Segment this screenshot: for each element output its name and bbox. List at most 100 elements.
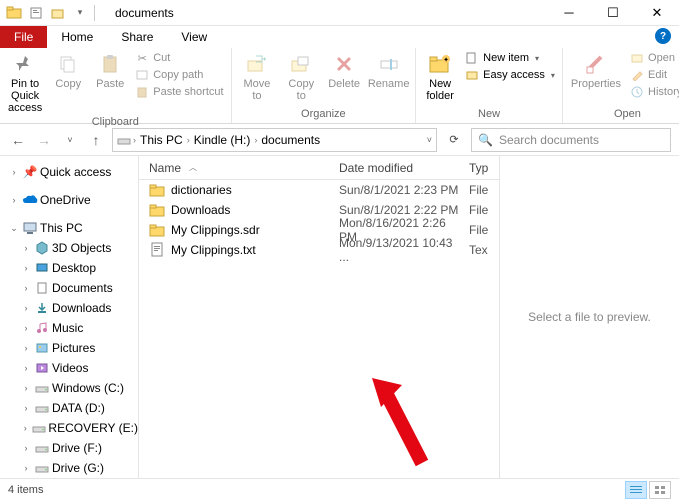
edit-button[interactable]: Edit: [627, 67, 679, 83]
nav-item-icon: [34, 360, 50, 376]
nav-item[interactable]: ›Downloads: [0, 298, 138, 318]
nav-item-icon: [34, 320, 50, 336]
delete-button[interactable]: Delete: [324, 50, 364, 92]
nav-item-label: Drive (G:): [52, 461, 104, 475]
nav-item[interactable]: ›Drive (F:): [0, 438, 138, 458]
newfolder-icon: ✦: [428, 52, 452, 76]
cut-icon: ✂: [135, 51, 149, 65]
refresh-button[interactable]: ⟳: [443, 133, 465, 146]
nav-item[interactable]: ›DATA (D:): [0, 398, 138, 418]
svg-text:✦: ✦: [443, 56, 449, 64]
column-date[interactable]: Date modified: [329, 161, 459, 175]
nav-item-icon: [34, 400, 50, 416]
file-name: Downloads: [171, 203, 230, 217]
search-input[interactable]: 🔍 Search documents: [471, 128, 671, 152]
nav-item[interactable]: ›RECOVERY (E:): [0, 418, 138, 438]
open-icon: [630, 51, 644, 65]
nav-thispc[interactable]: ⌄This PC: [0, 218, 138, 238]
tab-file[interactable]: File: [0, 26, 47, 48]
pin-quickaccess-button[interactable]: Pin to Quick access: [4, 50, 46, 116]
nav-item-label: Pictures: [52, 341, 95, 355]
column-type[interactable]: Typ: [459, 161, 499, 175]
newitem-icon: [465, 51, 479, 65]
file-row[interactable]: My Clippings.txtMon/9/13/2021 10:43 ...T…: [139, 240, 499, 260]
copy-button[interactable]: Copy: [48, 50, 88, 92]
file-list[interactable]: Name︿ Date modified Typ dictionariesSun/…: [139, 156, 499, 478]
nav-item[interactable]: ›Documents: [0, 278, 138, 298]
column-name[interactable]: Name︿: [139, 161, 329, 175]
ribbon: Pin to Quick access Copy Paste ✂Cut Copy…: [0, 48, 679, 124]
chevron-right-icon[interactable]: ›: [254, 135, 257, 145]
sort-asc-icon: ︿: [189, 162, 197, 173]
view-details-button[interactable]: [625, 481, 647, 499]
nav-item-icon: [34, 340, 50, 356]
nav-item-label: Videos: [52, 361, 88, 375]
history-icon: [630, 85, 644, 99]
file-type: File: [459, 203, 499, 217]
nav-item-label: Desktop: [52, 261, 96, 275]
recent-dropdown[interactable]: ˅: [60, 130, 80, 150]
nav-item[interactable]: ›Desktop: [0, 258, 138, 278]
tab-view[interactable]: View: [167, 26, 221, 48]
nav-item-icon: [34, 260, 50, 276]
nav-item-icon: [34, 240, 50, 256]
nav-item-label: Drive (F:): [52, 441, 102, 455]
qat-newfolder-icon[interactable]: [50, 5, 66, 21]
nav-quickaccess[interactable]: ›📌Quick access: [0, 162, 138, 182]
copyto-button[interactable]: Copy to: [280, 50, 322, 104]
properties-button[interactable]: Properties: [567, 50, 625, 92]
minimize-button[interactable]: ─: [547, 0, 591, 26]
help-icon[interactable]: ?: [655, 28, 671, 44]
search-icon: 🔍: [478, 133, 493, 147]
window-title: documents: [115, 6, 174, 20]
rename-icon: [377, 52, 401, 76]
cut-button[interactable]: ✂Cut: [132, 50, 226, 66]
breadcrumb-seg[interactable]: This PC: [138, 133, 185, 147]
nav-item[interactable]: ›Windows (C:): [0, 378, 138, 398]
rename-button[interactable]: Rename: [366, 50, 411, 92]
nav-item[interactable]: ›Drive (G:): [0, 458, 138, 478]
newfolder-button[interactable]: ✦New folder: [420, 50, 460, 104]
chevron-right-icon[interactable]: ›: [187, 135, 190, 145]
nav-item[interactable]: ›Music: [0, 318, 138, 338]
copypath-button[interactable]: Copy path: [132, 67, 226, 83]
file-row[interactable]: dictionariesSun/8/1/2021 2:23 PMFile: [139, 180, 499, 200]
easyaccess-button[interactable]: Easy access▾: [462, 67, 558, 83]
column-headers[interactable]: Name︿ Date modified Typ: [139, 156, 499, 180]
open-button[interactable]: Open▾: [627, 50, 679, 66]
pasteshortcut-button[interactable]: Paste shortcut: [132, 84, 226, 100]
back-button[interactable]: ←: [8, 130, 28, 150]
nav-item-label: 3D Objects: [52, 241, 111, 255]
forward-button[interactable]: →: [34, 130, 54, 150]
folder-icon: [149, 202, 165, 218]
breadcrumb-seg[interactable]: documents: [259, 133, 322, 147]
tab-share[interactable]: Share: [107, 26, 167, 48]
nav-item[interactable]: ›Pictures: [0, 338, 138, 358]
pasteshortcut-icon: [135, 85, 149, 99]
breadcrumb[interactable]: › This PC › Kindle (H:) › documents ˅: [112, 128, 437, 152]
qat-customize-icon[interactable]: ▾: [72, 5, 88, 21]
tab-home[interactable]: Home: [47, 26, 107, 48]
file-name: My Clippings.txt: [171, 243, 256, 257]
history-button[interactable]: History: [627, 84, 679, 100]
up-button[interactable]: ↑: [86, 130, 106, 150]
textfile-icon: [149, 242, 165, 258]
file-type: File: [459, 183, 499, 197]
view-largeicons-button[interactable]: [649, 481, 671, 499]
breadcrumb-dropdown[interactable]: ˅: [427, 135, 432, 145]
paste-button[interactable]: Paste: [90, 50, 130, 92]
chevron-right-icon[interactable]: ›: [133, 135, 136, 145]
nav-item[interactable]: ›3D Objects: [0, 238, 138, 258]
nav-item-label: Windows (C:): [52, 381, 124, 395]
newitem-button[interactable]: New item▾: [462, 50, 558, 66]
file-date: Sun/8/1/2021 2:23 PM: [329, 183, 459, 197]
nav-onedrive[interactable]: ›OneDrive: [0, 190, 138, 210]
maximize-button[interactable]: ☐: [591, 0, 635, 26]
nav-item[interactable]: ›Videos: [0, 358, 138, 378]
breadcrumb-seg[interactable]: Kindle (H:): [192, 133, 253, 147]
qat-properties-icon[interactable]: [28, 5, 44, 21]
pin-icon: [13, 52, 37, 76]
close-button[interactable]: ✕: [635, 0, 679, 26]
moveto-button[interactable]: Move to: [236, 50, 279, 104]
navigation-pane[interactable]: ›📌Quick access ›OneDrive ⌄This PC ›3D Ob…: [0, 156, 139, 478]
